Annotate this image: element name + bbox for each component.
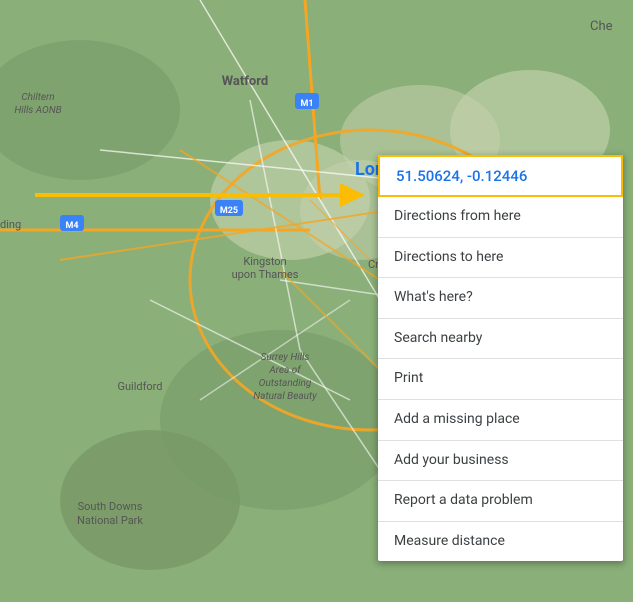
direction-arrow bbox=[30, 175, 370, 215]
context-menu: 51.50624, -0.12446 Directions from here … bbox=[378, 155, 623, 561]
whats-here-button[interactable]: What's here? bbox=[378, 278, 623, 318]
report-data-problem-button[interactable]: Report a data problem bbox=[378, 481, 623, 521]
svg-text:Che: Che bbox=[590, 19, 613, 34]
svg-text:South Downs: South Downs bbox=[78, 500, 143, 513]
measure-distance-button[interactable]: Measure distance bbox=[378, 522, 623, 562]
add-business-button[interactable]: Add your business bbox=[378, 441, 623, 481]
svg-text:upon Thames: upon Thames bbox=[232, 268, 299, 281]
search-nearby-button[interactable]: Search nearby bbox=[378, 319, 623, 359]
svg-text:Outstanding: Outstanding bbox=[259, 378, 312, 389]
print-button[interactable]: Print bbox=[378, 359, 623, 399]
svg-text:National Park: National Park bbox=[77, 514, 143, 527]
svg-text:Hills AONB: Hills AONB bbox=[14, 105, 61, 116]
directions-from-button[interactable]: Directions from here bbox=[378, 197, 623, 237]
svg-text:Watford: Watford bbox=[222, 74, 268, 89]
svg-text:ding: ding bbox=[0, 218, 21, 231]
directions-to-button[interactable]: Directions to here bbox=[378, 238, 623, 278]
svg-text:Chiltern: Chiltern bbox=[21, 92, 54, 103]
svg-text:M4: M4 bbox=[65, 221, 78, 231]
svg-text:Surrey Hills: Surrey Hills bbox=[261, 352, 310, 363]
svg-text:Area of: Area of bbox=[268, 364, 302, 376]
svg-text:M1: M1 bbox=[300, 99, 313, 109]
svg-text:Natural Beauty: Natural Beauty bbox=[253, 391, 317, 402]
svg-text:Kingston: Kingston bbox=[243, 255, 286, 268]
svg-text:Guildford: Guildford bbox=[117, 380, 162, 393]
add-missing-place-button[interactable]: Add a missing place bbox=[378, 400, 623, 440]
map-container: M25 M1 M4 Watford Chiltern Hills AONB Ki… bbox=[0, 0, 633, 602]
coordinates-display[interactable]: 51.50624, -0.12446 bbox=[378, 155, 623, 197]
